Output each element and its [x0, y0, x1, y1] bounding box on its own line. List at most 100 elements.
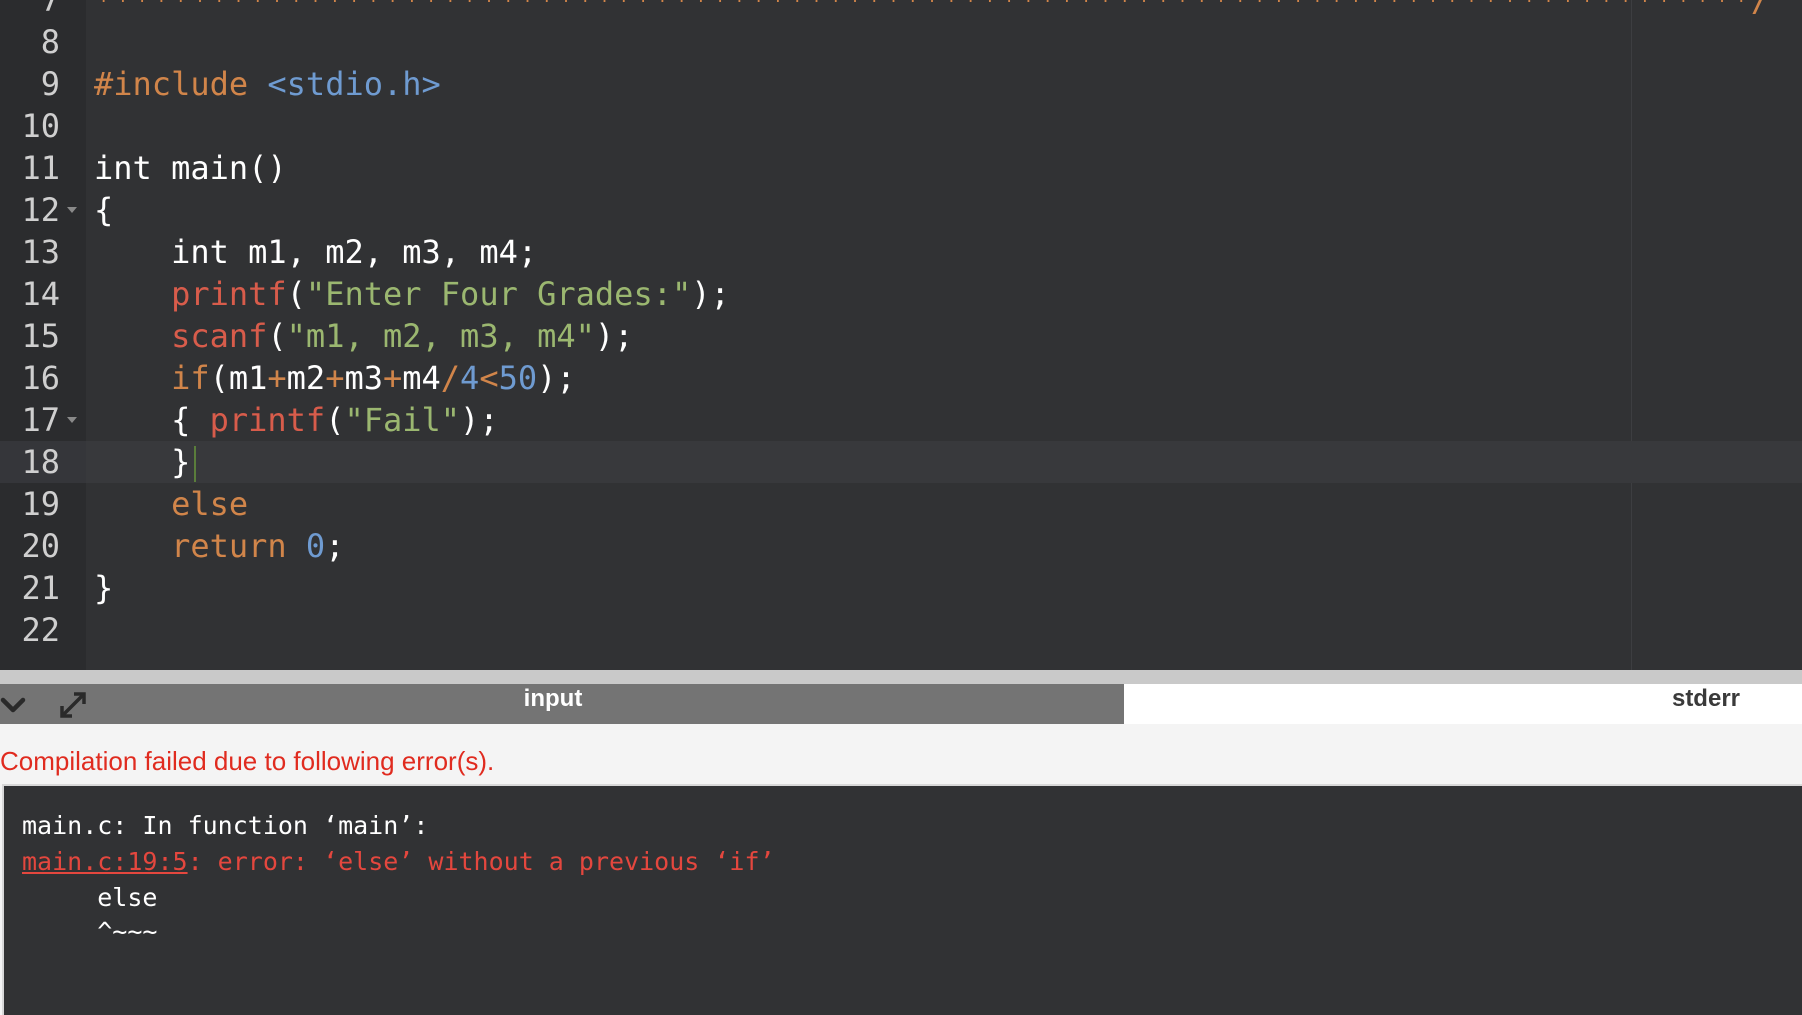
code-text[interactable]: if(m1+m2+m3+m4/4<50); [94, 357, 576, 399]
tab-input-label: input [523, 685, 583, 712]
code-line[interactable]: 22 [0, 609, 1802, 651]
stderr-error-line: main.c:19:5: error: ‘else’ without a pre… [22, 846, 775, 878]
code-line[interactable]: 12{ [0, 189, 1802, 231]
code-token: < [479, 359, 499, 397]
line-number: 22 [21, 611, 60, 649]
code-line[interactable]: 18 } [0, 441, 1802, 483]
code-token: m3 [344, 359, 383, 397]
code-text[interactable]: { [94, 189, 113, 231]
code-token: int main() [94, 149, 287, 187]
stderr-output: main.c: In function ‘main’: main.c:19:5:… [2, 784, 1802, 1015]
line-number: 8 [40, 23, 60, 61]
chevron-down-icon [0, 697, 26, 713]
code-text[interactable]: int main() [94, 147, 287, 189]
stderr-line: ^~~~ [22, 917, 158, 946]
code-text[interactable]: scanf("m1, m2, m3, m4"); [94, 315, 633, 357]
expand-icon [60, 692, 86, 718]
code-token: ( [267, 317, 287, 355]
code-token: (m1 [209, 359, 268, 397]
code-line[interactable]: 7 ***************************************… [0, 0, 1802, 21]
panel-resize-handle[interactable] [0, 670, 1802, 684]
line-number: 13 [21, 233, 60, 271]
code-line[interactable]: 21} [0, 567, 1802, 609]
code-token: printf [209, 401, 326, 439]
code-text[interactable]: #include <stdio.h> [94, 63, 441, 105]
code-text[interactable]: ****************************************… [94, 0, 1770, 21]
tab-input[interactable]: input [0, 684, 1124, 724]
code-text[interactable]: { printf("Fail"); [94, 399, 499, 441]
io-panel-tabs: input stderr [0, 684, 1802, 724]
code-line[interactable]: 14 printf("Enter Four Grades:"); [0, 273, 1802, 315]
tab-stderr-label: stderr [1671, 685, 1740, 712]
tab-stderr[interactable]: stderr [1128, 684, 1802, 724]
code-token: printf [171, 275, 287, 313]
code-text[interactable]: else [94, 483, 248, 525]
code-token: ); [594, 317, 634, 355]
code-text[interactable]: } [94, 441, 197, 483]
expand-panel-button[interactable] [56, 688, 90, 722]
line-number: 21 [21, 569, 60, 607]
code-line[interactable]: 9 #include <stdio.h> [0, 63, 1802, 105]
line-number: 14 [21, 275, 60, 313]
code-token: #include [94, 65, 249, 103]
code-token: else [171, 485, 249, 523]
code-token: 0 [305, 527, 326, 565]
code-token: ); [537, 359, 576, 397]
text-cursor [194, 446, 197, 482]
code-token: m4 [402, 359, 441, 397]
line-number: 10 [21, 107, 60, 145]
code-line[interactable]: 8 [0, 21, 1802, 63]
code-line[interactable]: 13 int m1, m2, m3, m4; [0, 231, 1802, 273]
code-token: m2 [286, 359, 326, 397]
line-number: 20 [21, 527, 60, 565]
compile-status-message: Compilation failed due to following erro… [0, 746, 495, 776]
collapse-panel-button[interactable] [0, 688, 34, 722]
code-token: 4 [460, 359, 480, 397]
line-number: 11 [21, 149, 60, 187]
fold-toggle-icon[interactable] [67, 207, 77, 213]
code-token: ( [325, 401, 345, 439]
code-token: int m1, m2, m3, m4; [94, 233, 538, 271]
code-line[interactable]: 10 [0, 105, 1802, 147]
stderr-line: main.c: In function ‘main’: [22, 811, 429, 840]
code-token: scanf [171, 317, 268, 355]
line-number: 19 [21, 485, 60, 523]
error-location-link[interactable]: main.c:19:5 [22, 847, 188, 876]
code-line[interactable]: 11 int main() [0, 147, 1802, 189]
code-line[interactable]: 16 if(m1+m2+m3+m4/4<50); [0, 357, 1802, 399]
code-line[interactable]: 19 else [0, 483, 1802, 525]
code-token: + [325, 359, 345, 397]
code-text[interactable]: } [94, 567, 113, 609]
code-text[interactable]: return 0; [94, 525, 344, 567]
line-number: 18 [0, 441, 86, 483]
code-text[interactable]: int m1, m2, m3, m4; [94, 231, 537, 273]
fold-toggle-icon[interactable] [67, 417, 77, 423]
code-token: 50 [498, 359, 538, 397]
code-token: ); [691, 275, 730, 313]
code-token: } [94, 569, 114, 607]
line-number: 9 [40, 65, 60, 103]
code-token: if [171, 359, 210, 397]
code-line[interactable]: 15 scanf("m1, m2, m3, m4"); [0, 315, 1802, 357]
code-token: ; [325, 527, 345, 565]
code-line[interactable]: 20 return 0; [0, 525, 1802, 567]
code-line[interactable]: 17 { printf("Fail"); [0, 399, 1802, 441]
stderr-line: else [22, 883, 158, 912]
line-number: 15 [21, 317, 60, 355]
error-message: : error: ‘else’ without a previous ‘if’ [187, 847, 775, 876]
code-token: "m1, m2, m3, m4" [286, 317, 595, 355]
code-editor[interactable]: 7 ***************************************… [0, 0, 1802, 670]
code-token: ( [286, 275, 306, 313]
code-token: "Enter Four Grades:" [305, 275, 692, 313]
line-number: 16 [21, 359, 60, 397]
code-token: + [267, 359, 287, 397]
code-token: return [171, 527, 287, 565]
code-text[interactable]: printf("Enter Four Grades:"); [94, 273, 730, 315]
line-number: 7 [40, 0, 60, 19]
